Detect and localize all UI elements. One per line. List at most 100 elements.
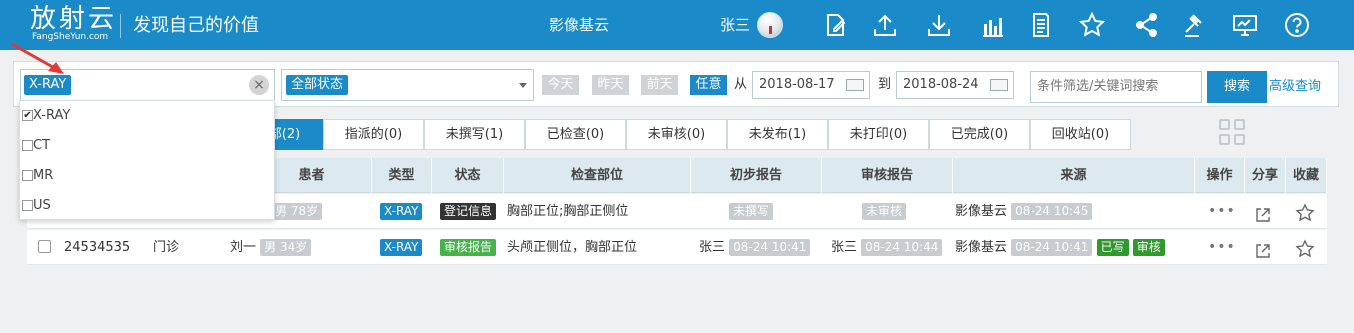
source-name: 影像基云 xyxy=(955,240,1008,255)
review-time: 08-24 10:44 xyxy=(861,239,943,256)
column-header-status: 状态 xyxy=(432,158,504,193)
checkbox[interactable] xyxy=(22,200,33,211)
status-badge[interactable]: 登记信息 xyxy=(440,203,497,220)
option-label: MR xyxy=(33,168,54,183)
option-label: CT xyxy=(33,138,51,153)
type-badge: X-RAY xyxy=(380,203,423,220)
monitor-icon[interactable] xyxy=(1226,6,1264,44)
option-label: X-RAY xyxy=(33,108,71,123)
search-input[interactable]: 条件筛选/关键词搜索 xyxy=(1030,71,1202,103)
help-icon[interactable] xyxy=(1278,6,1316,44)
calendar-icon[interactable] xyxy=(990,79,1008,91)
study-id: 24534535 xyxy=(64,240,131,255)
patient-meta: 男 34岁 xyxy=(260,239,312,256)
date-to-input[interactable]: 2018-08-24 xyxy=(896,71,1014,99)
prelim-report-badge[interactable]: 未撰写 xyxy=(729,203,774,220)
more-actions-icon[interactable]: ••• xyxy=(1208,204,1236,218)
gavel-icon[interactable] xyxy=(1176,6,1214,44)
status-select[interactable]: 全部状态 xyxy=(281,69,534,101)
column-header-prelim-report: 初步报告 xyxy=(691,158,822,193)
dropdown-option-xray[interactable]: ✔ X-RAY xyxy=(20,101,274,131)
tab-unpublished[interactable]: 未发布(1) xyxy=(727,119,828,150)
patient-meta: 男 78岁 xyxy=(271,203,323,220)
source-name: 影像基云 xyxy=(955,204,1008,219)
table-row[interactable]: 24534535 门诊 刘一 男 34岁 X-RAY 审核报告 头颅正侧位，胸部… xyxy=(27,230,1327,265)
date-from-label: 从 xyxy=(734,77,748,92)
quick-date-any[interactable]: 任意 xyxy=(690,75,727,95)
favorite-star-icon[interactable] xyxy=(1295,238,1315,258)
prelim-report-cell: 张三 08-24 10:41 xyxy=(699,230,811,265)
tab-recycle-bin[interactable]: 回收站(0) xyxy=(1030,119,1131,150)
top-navigation-bar: 放射云 FangSheYun.com 发现自己的价值 影像基云 张三 xyxy=(0,0,1354,50)
dropdown-option-mr[interactable]: MR xyxy=(20,161,274,191)
checkbox-checked[interactable]: ✔ xyxy=(22,110,33,121)
tab-unprinted[interactable]: 未打印(0) xyxy=(828,119,929,150)
quick-date-today[interactable]: 今天 xyxy=(542,75,579,95)
review-report-badge[interactable]: 未审核 xyxy=(862,203,907,220)
date-from-value: 2018-08-17 xyxy=(759,77,835,92)
visit-type: 门诊 xyxy=(153,240,180,255)
date-to-label: 到 xyxy=(878,77,892,92)
dropdown-option-ct[interactable]: CT xyxy=(20,131,274,161)
center-title: 影像基云 xyxy=(549,16,610,34)
share-icon[interactable] xyxy=(1128,6,1166,44)
user-name[interactable]: 张三 xyxy=(720,15,750,35)
source-cell: 影像基云 08-24 10:41 已写 审核 xyxy=(955,230,1165,265)
favorite-star-icon[interactable] xyxy=(1295,202,1315,222)
column-header-share: 分享 xyxy=(1245,158,1286,193)
source-time: 08-24 10:45 xyxy=(1011,203,1093,220)
more-actions-icon[interactable]: ••• xyxy=(1208,240,1236,254)
review-report-cell: 张三 08-24 10:44 xyxy=(831,230,943,265)
advanced-search-link[interactable]: 高级查询 xyxy=(1269,79,1321,95)
review-report-cell: 未审核 xyxy=(862,194,907,229)
column-header-review-report: 审核报告 xyxy=(822,158,953,193)
tab-checked[interactable]: 已检查(0) xyxy=(525,119,626,150)
type-cell: X-RAY xyxy=(380,194,423,229)
status-badge[interactable]: 审核报告 xyxy=(440,239,497,256)
dropdown-option-us[interactable]: US xyxy=(20,191,274,221)
prelim-time: 08-24 10:41 xyxy=(729,239,811,256)
clear-icon[interactable]: × xyxy=(249,75,269,95)
source-time: 08-24 10:41 xyxy=(1011,239,1093,256)
tab-completed[interactable]: 已完成(0) xyxy=(929,119,1030,150)
source-cell: 影像基云 08-24 10:45 xyxy=(955,194,1093,229)
annotation-arrow-icon xyxy=(11,42,64,74)
document-icon[interactable] xyxy=(1022,6,1060,44)
column-header-body-part: 检查部位 xyxy=(504,158,691,193)
upload-icon[interactable] xyxy=(866,6,904,44)
type-badge: X-RAY xyxy=(380,239,423,256)
written-badge: 已写 xyxy=(1096,239,1129,256)
slogan: 发现自己的价值 xyxy=(133,15,259,36)
type-cell: X-RAY xyxy=(380,230,423,265)
tab-assigned[interactable]: 指派的(0) xyxy=(323,119,424,150)
column-header-type: 类型 xyxy=(372,158,432,193)
download-icon[interactable] xyxy=(920,6,958,44)
bar-chart-icon[interactable] xyxy=(974,6,1012,44)
logo-divider xyxy=(120,14,121,38)
reviewer: 张三 xyxy=(831,240,858,255)
option-label: US xyxy=(33,198,51,213)
checkbox[interactable] xyxy=(22,170,33,181)
body-part: 头颅正侧位，胸部正位 xyxy=(507,240,638,255)
star-icon[interactable] xyxy=(1073,6,1111,44)
date-from-input[interactable]: 2018-08-17 xyxy=(752,71,870,99)
search-button[interactable]: 搜索 xyxy=(1207,71,1267,103)
patient-cell: 男 78岁 xyxy=(271,194,323,229)
tab-unwritten[interactable]: 未撰写(1) xyxy=(424,119,525,150)
share-icon[interactable] xyxy=(1254,203,1272,222)
chevron-down-icon[interactable] xyxy=(519,83,527,88)
tab-unreviewed[interactable]: 未审核(0) xyxy=(626,119,727,150)
calendar-icon[interactable] xyxy=(846,79,864,91)
checkbox[interactable] xyxy=(22,140,33,151)
quick-date-yesterday[interactable]: 昨天 xyxy=(592,75,629,95)
share-icon[interactable] xyxy=(1254,239,1272,258)
edit-icon[interactable] xyxy=(817,6,855,44)
status-cell: 登记信息 xyxy=(440,194,497,229)
avatar[interactable] xyxy=(757,12,783,38)
quick-date-day-before[interactable]: 前天 xyxy=(641,75,678,95)
grid-view-icon[interactable] xyxy=(1219,119,1247,147)
row-checkbox[interactable] xyxy=(38,240,51,253)
status-select-value: 全部状态 xyxy=(286,75,349,95)
patient-name[interactable]: 刘一 xyxy=(230,240,256,255)
prelim-reporter: 张三 xyxy=(699,240,726,255)
